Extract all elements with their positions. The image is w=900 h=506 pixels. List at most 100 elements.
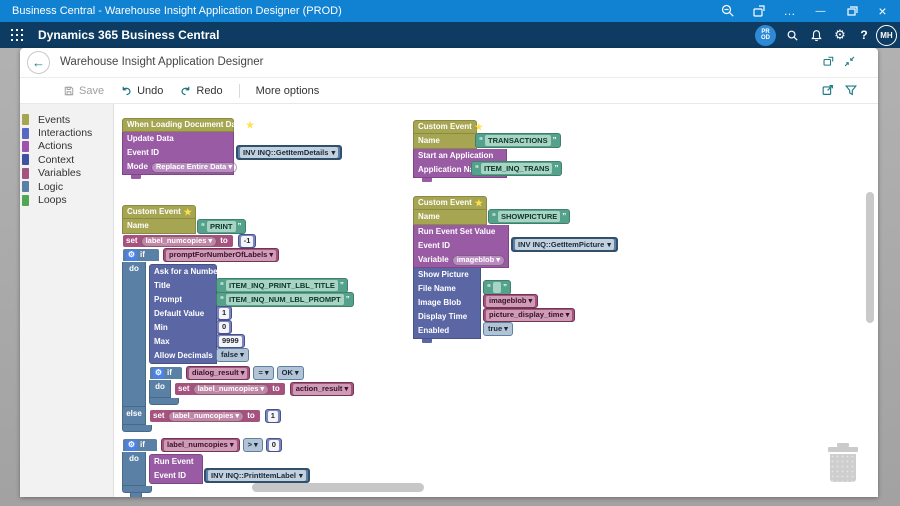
designer-card: ← Warehouse Insight Application Designer…: [20, 48, 878, 497]
event-id-dropdown-block[interactable]: INV INQ::GetItemPicture▾: [511, 237, 618, 252]
star-icon: ★: [475, 199, 483, 208]
trash-can-icon[interactable]: [826, 443, 860, 483]
event-id-dropdown-block[interactable]: INV INQ::PrintItemLabel▾: [204, 468, 310, 483]
notifications-bell-icon[interactable]: [804, 22, 828, 48]
variable-field-dropdown[interactable]: label_numcopies▾: [141, 236, 218, 247]
more-options-button[interactable]: More options: [256, 85, 320, 97]
block-canvas[interactable]: When Loading Document Data ★ Update Data…: [114, 104, 878, 497]
event-header[interactable]: Custom Event ★: [122, 205, 196, 219]
text-block-showpicture[interactable]: “SHOWPICTURE”: [488, 209, 570, 224]
set-variable-block[interactable]: set label_numcopies▾ to action_result▾: [174, 382, 354, 396]
toolbox-category-loops[interactable]: Loops: [20, 193, 113, 206]
events-color-chip: [22, 114, 29, 125]
variable-block-label-numcopies[interactable]: label_numcopies▾: [161, 438, 240, 452]
text-block-empty[interactable]: “”: [483, 280, 511, 295]
save-button[interactable]: Save: [63, 85, 104, 97]
update-data-block[interactable]: Update Data Event ID Mode Replace Entire…: [122, 132, 234, 175]
set-variable-block[interactable]: set label_numcopies▾ to -1: [122, 234, 354, 248]
do-spine: do: [149, 380, 171, 398]
loops-color-chip: [22, 195, 29, 206]
block-custom-event-showpicture[interactable]: Custom Event ★ Name Run Event Set Value …: [413, 196, 509, 344]
variable-block-promptfornumberoflabels[interactable]: promptForNumberOfLabels▾: [163, 248, 279, 262]
enabled-dropdown-block[interactable]: true▾: [483, 322, 513, 336]
undo-button[interactable]: Undo: [120, 84, 163, 97]
text-block-print[interactable]: “PRINT”: [197, 219, 246, 234]
share-icon[interactable]: [821, 83, 835, 97]
text-block-item-inq-trans[interactable]: “ITEM_INQ_TRANS”: [471, 161, 562, 176]
mode-dropdown[interactable]: Replace Entire Data▾: [151, 162, 237, 173]
variable-block-imageblob[interactable]: imageblob▾: [483, 294, 538, 308]
variable-field-dropdown[interactable]: label_numcopies▾: [168, 411, 245, 422]
number-block[interactable]: 1: [265, 409, 281, 423]
variable-dropdown[interactable]: imageblob▾: [452, 255, 505, 266]
number-block[interactable]: 0: [216, 320, 232, 334]
text-block-transactions[interactable]: “TRANSACTIONS”: [475, 133, 561, 148]
close-icon[interactable]: ×: [867, 0, 898, 22]
run-event-block[interactable]: Run Event Event ID INV INQ::PrintItemLab…: [149, 454, 203, 484]
redo-button[interactable]: Redo: [179, 84, 222, 97]
pop-out-window-icon[interactable]: [743, 0, 774, 22]
text-block-prompt[interactable]: “ITEM_INQ_NUM_LBL_PROMPT”: [216, 292, 354, 307]
search-icon[interactable]: [780, 22, 804, 48]
number-block[interactable]: 9999: [216, 334, 245, 348]
app-name[interactable]: Dynamics 365 Business Central: [38, 28, 219, 42]
toolbox-category-context[interactable]: Context: [20, 153, 113, 166]
block-when-loading-document-data[interactable]: When Loading Document Data ★ Update Data…: [122, 118, 234, 180]
operator-dropdown-block[interactable]: =▾: [253, 366, 273, 380]
toolbox-category-actions[interactable]: Actions: [20, 140, 113, 153]
page-header: ← Warehouse Insight Application Designer: [20, 48, 878, 78]
open-in-new-window-icon[interactable]: [822, 55, 835, 68]
screen: Business Central - Warehouse Insight App…: [0, 0, 900, 506]
event-id-dropdown-block[interactable]: INV INQ::GetItemDetails▾: [236, 145, 342, 160]
event-header[interactable]: Custom Event ★: [413, 120, 477, 134]
if-block-dialog-result[interactable]: ⚙ if dialog_result▾ =▾ OK▾ do: [149, 366, 354, 405]
toolbox-category-logic[interactable]: Logic: [20, 180, 113, 193]
back-button[interactable]: ←: [27, 51, 50, 74]
star-icon: ★: [246, 121, 254, 130]
boolean-dropdown-block[interactable]: false▾: [216, 348, 249, 362]
event-header[interactable]: When Loading Document Data ★: [122, 118, 234, 132]
set-variable-block[interactable]: set label_numcopies▾ to 1: [149, 409, 281, 423]
avatar[interactable]: MH: [876, 25, 897, 46]
filter-icon[interactable]: [844, 83, 858, 97]
ok-dropdown-block[interactable]: OK▾: [277, 366, 304, 380]
more-menu-icon[interactable]: …: [774, 0, 805, 22]
number-block[interactable]: 1: [216, 306, 232, 320]
help-icon[interactable]: ?: [852, 22, 876, 48]
toolbox-category-variables[interactable]: Variables: [20, 167, 113, 180]
number-block[interactable]: 0: [266, 438, 282, 452]
if-else-block[interactable]: ⚙ if promptForNumberOfLabels▾ do: [122, 248, 354, 432]
toolbox-category-interactions[interactable]: Interactions: [20, 126, 113, 139]
zoom-out-icon[interactable]: [712, 0, 743, 22]
logic-color-chip: [22, 181, 29, 192]
settings-gear-icon[interactable]: ⚙: [828, 22, 852, 48]
show-picture-block[interactable]: Show Picture File Name Image Blob Displa…: [413, 268, 481, 339]
ask-for-a-number-block[interactable]: Ask for a Number Title Prompt Default Va…: [149, 264, 217, 364]
toolbar-divider: [239, 84, 240, 98]
variable-block-action-result[interactable]: action_result▾: [290, 382, 354, 396]
block-custom-event-print[interactable]: Custom Event ★ Name “PRINT” set label_nu…: [122, 205, 354, 497]
event-header[interactable]: Custom Event ★: [413, 196, 487, 210]
variable-field-dropdown[interactable]: label_numcopies▾: [193, 384, 270, 395]
restore-window-icon[interactable]: [836, 0, 867, 22]
mutator-gear-icon[interactable]: ⚙: [126, 440, 137, 451]
run-event-set-value-block[interactable]: Run Event Set Value Event ID Variable im…: [413, 225, 509, 268]
block-custom-event-transactions[interactable]: Custom Event ★ Name Start an Application…: [413, 120, 507, 183]
next-connector: [130, 175, 142, 180]
variable-block-picture-display-time[interactable]: picture_display_time▾: [483, 308, 575, 322]
app-launcher-icon[interactable]: [11, 29, 23, 41]
number-block[interactable]: -1: [238, 234, 257, 248]
text-block-title[interactable]: “ITEM_INQ_PRINT_LBL_TITLE”: [216, 278, 348, 293]
variables-color-chip: [22, 168, 29, 179]
horizontal-scrollbar[interactable]: [252, 483, 424, 492]
actions-color-chip: [22, 141, 29, 152]
variable-block-dialog-result[interactable]: dialog_result▾: [186, 366, 250, 380]
mutator-gear-icon[interactable]: ⚙: [153, 368, 164, 379]
environment-badge[interactable]: PR OD: [755, 25, 776, 46]
collapse-diagonal-icon[interactable]: [843, 55, 856, 68]
toolbox-category-events[interactable]: Events: [20, 113, 113, 126]
mutator-gear-icon[interactable]: ⚙: [126, 250, 137, 261]
vertical-scrollbar[interactable]: [866, 192, 874, 323]
minimize-icon[interactable]: —: [805, 0, 836, 22]
operator-dropdown-block[interactable]: >▾: [243, 438, 263, 452]
